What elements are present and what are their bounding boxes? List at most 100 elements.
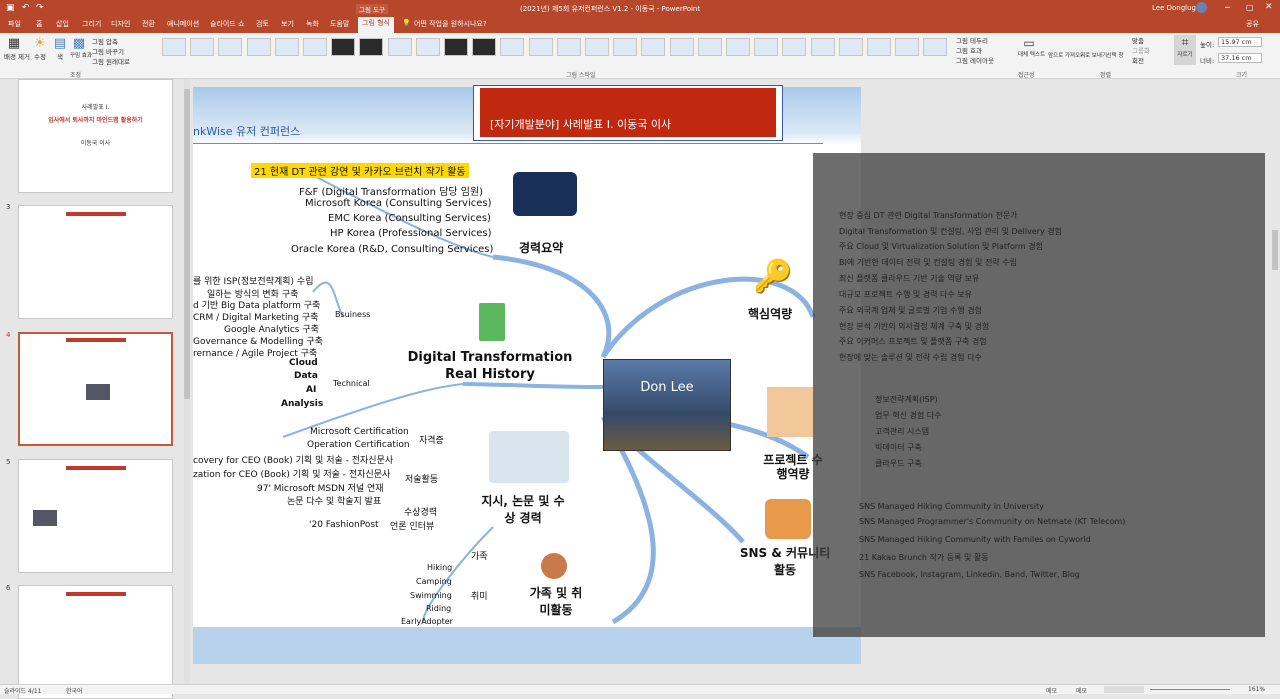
- profile-photo[interactable]: Don Lee: [603, 359, 731, 451]
- group-button[interactable]: 그룹화: [1132, 45, 1150, 55]
- compress-button[interactable]: 그림 압축: [92, 36, 118, 46]
- career-item[interactable]: HP Korea (Professional Services): [330, 228, 492, 239]
- slide-thumbnail-5[interactable]: [18, 459, 173, 573]
- tab-home[interactable]: 홈: [36, 19, 42, 29]
- picture-effects-button[interactable]: 그림 효과: [956, 45, 982, 55]
- tab-transitions[interactable]: 전환: [142, 19, 155, 29]
- hobby-item[interactable]: Hiking: [427, 563, 452, 572]
- picture-style-option[interactable]: [274, 38, 299, 56]
- writing-item[interactable]: 97' Microsoft MSDN 저널 연재: [257, 481, 384, 494]
- tab-picture-format[interactable]: 그림 형식: [358, 17, 394, 33]
- tab-review[interactable]: 검토: [256, 19, 269, 29]
- career-item[interactable]: F&F (Digital Transformation 담당 임원): [299, 183, 483, 198]
- picture-style-option[interactable]: [810, 38, 835, 56]
- slide-thumbnail-4[interactable]: [18, 332, 173, 446]
- picture-style-option[interactable]: [585, 38, 609, 56]
- career-item[interactable]: Oracle Korea (R&D, Consulting Services): [291, 244, 493, 255]
- picture-style-option[interactable]: [923, 38, 948, 56]
- hobby-item[interactable]: Riding: [426, 604, 451, 613]
- award-label[interactable]: 수상경력: [404, 505, 437, 518]
- picture-style-option[interactable]: [669, 38, 694, 56]
- avatar[interactable]: [1196, 2, 1207, 13]
- redo-icon[interactable]: ↷: [36, 3, 44, 13]
- picture-style-option[interactable]: [782, 38, 807, 56]
- center-topic[interactable]: Digital Transformation Real History: [405, 349, 575, 383]
- cert-item[interactable]: Microsoft Certification: [310, 427, 409, 437]
- remove-background-button[interactable]: ▦ 배경 제거: [4, 36, 30, 61]
- hobby-label[interactable]: 취미: [471, 589, 488, 602]
- tab-record[interactable]: 녹화: [306, 19, 319, 29]
- interview-label[interactable]: 언론 인터뷰: [390, 519, 434, 532]
- picture-style-option[interactable]: [162, 38, 186, 56]
- hobby-item[interactable]: Swimming: [410, 591, 452, 600]
- crop-button[interactable]: ⌗ 자르기: [1174, 35, 1196, 65]
- minimize-icon[interactable]: ─: [1225, 3, 1230, 12]
- highlight-item[interactable]: 21 현재 DT 관련 강연 및 카카오 브런치 작가 활동: [251, 163, 469, 178]
- picture-style-option[interactable]: [754, 38, 779, 56]
- alt-text-button[interactable]: ▭ 대체 텍스트: [1018, 36, 1045, 58]
- cert-item[interactable]: Operation Certification: [307, 440, 410, 450]
- career-item[interactable]: Microsoft Korea (Consulting Services): [305, 198, 492, 209]
- color-button[interactable]: ▤ 색: [52, 36, 68, 61]
- picture-style-option[interactable]: [190, 38, 215, 56]
- career-item[interactable]: EMC Korea (Consulting Services): [328, 213, 491, 224]
- picture-style-option[interactable]: [867, 38, 891, 56]
- tab-file[interactable]: 파일: [8, 19, 21, 29]
- picture-style-option[interactable]: [895, 38, 920, 56]
- picture-layout-button[interactable]: 그림 레이아웃: [956, 55, 994, 65]
- slide-thumbnail-2[interactable]: 사례발표 I. 입사에서 퇴사까지 마인드맵 활용하기 이동국 이사: [18, 79, 173, 193]
- reset-picture-button[interactable]: 그림 원래대로: [92, 56, 130, 66]
- tab-insert[interactable]: 삽입: [56, 19, 69, 29]
- picture-style-option[interactable]: [838, 38, 863, 56]
- writing-item[interactable]: covery for CEO (Book) 기획 및 저술 - 전자신문사: [193, 453, 393, 466]
- cert-label[interactable]: 자격증: [419, 433, 444, 446]
- view-buttons[interactable]: [1104, 686, 1144, 693]
- dimmed-selection-overlay[interactable]: 현장 중심 DT 관련 Digital Transformation 전문가 D…: [813, 153, 1265, 637]
- picture-style-option[interactable]: [303, 38, 327, 56]
- picture-style-option[interactable]: [472, 38, 497, 56]
- picture-style-option[interactable]: [218, 38, 243, 56]
- picture-border-button[interactable]: 그림 테두리: [956, 35, 988, 45]
- tab-slideshow[interactable]: 슬라이드 쇼: [210, 19, 244, 29]
- picture-style-option[interactable]: [246, 38, 271, 56]
- core-label[interactable]: 핵심역량: [748, 305, 792, 322]
- picture-style-option[interactable]: [415, 38, 440, 56]
- save-icon[interactable]: ▣: [6, 3, 15, 13]
- writing-label[interactable]: 저술활동: [405, 472, 438, 485]
- slide-thumbnail-3[interactable]: [18, 205, 173, 319]
- hobby-item[interactable]: Camping: [416, 577, 452, 586]
- picture-style-option[interactable]: [697, 38, 722, 56]
- canvas-scrollbar[interactable]: [1272, 230, 1278, 270]
- zoom-slider[interactable]: [1150, 689, 1230, 690]
- share-button[interactable]: 공유: [1246, 19, 1259, 29]
- send-backward-button[interactable]: 뒤로 보내기: [1080, 51, 1107, 59]
- tell-me-search[interactable]: 어떤 작업을 원하시나요?: [414, 19, 487, 29]
- fashion-item[interactable]: '20 FashionPost: [309, 520, 379, 530]
- rotate-button[interactable]: 회전: [1132, 55, 1144, 65]
- writing-item[interactable]: 논문 다수 및 학술지 발표: [287, 494, 381, 507]
- picture-style-option[interactable]: [444, 38, 468, 56]
- panel-scrollbar[interactable]: [184, 79, 190, 684]
- picture-style-option[interactable]: [641, 38, 666, 56]
- picture-style-option[interactable]: [359, 38, 384, 56]
- picture-style-option[interactable]: [726, 38, 750, 56]
- change-picture-button[interactable]: 그림 바꾸기: [92, 46, 124, 56]
- picture-style-option[interactable]: [556, 38, 581, 56]
- height-field[interactable]: 15.97 cm: [1218, 37, 1262, 47]
- business-label[interactable]: Bsuiness: [335, 310, 370, 319]
- tab-draw[interactable]: 그리기: [82, 19, 101, 29]
- career-label[interactable]: 경력요약: [519, 239, 563, 256]
- picture-style-option[interactable]: [613, 38, 638, 56]
- picture-style-option[interactable]: [331, 38, 356, 56]
- artistic-effects-button[interactable]: ▩ 꾸밈 효과: [70, 36, 92, 59]
- writing-item[interactable]: zation for CEO (Book) 기획 및 저술 - 전자신문사: [193, 467, 390, 480]
- align-button[interactable]: 맞춤: [1132, 35, 1144, 45]
- corrections-button[interactable]: ☀ 수정: [30, 36, 50, 61]
- selection-pane-button[interactable]: 선택 창: [1104, 51, 1126, 59]
- tab-help[interactable]: 도움말: [330, 19, 349, 29]
- picture-style-option[interactable]: [528, 38, 553, 56]
- tech-item[interactable]: Analysis: [281, 399, 323, 409]
- tab-view[interactable]: 보기: [281, 19, 294, 29]
- picture-style-option[interactable]: [387, 38, 412, 56]
- undo-icon[interactable]: ↶: [22, 3, 30, 13]
